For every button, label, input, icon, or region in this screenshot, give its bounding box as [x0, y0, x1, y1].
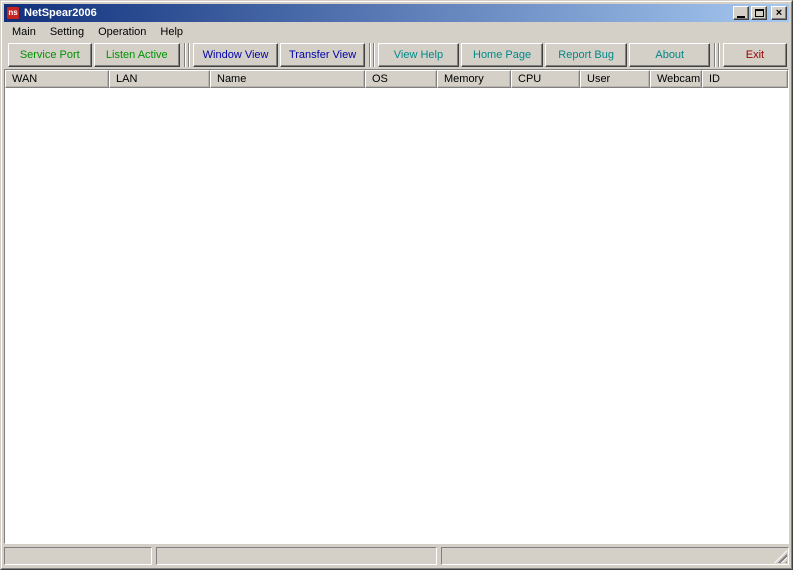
listen-active-button[interactable]: Listen Active	[94, 43, 180, 67]
title-bar[interactable]: ns NetSpear2006 ×	[4, 4, 789, 22]
column-header-wan[interactable]: WAN	[5, 70, 109, 88]
menu-item-main[interactable]: Main	[5, 24, 43, 41]
about-button[interactable]: About	[629, 43, 710, 67]
report-bug-button[interactable]: Report Bug	[545, 43, 628, 67]
resize-grip[interactable]	[774, 550, 787, 563]
window-inner: ns NetSpear2006 × Main Setting Operation…	[1, 1, 792, 569]
toolbar-separator	[184, 43, 190, 67]
column-header-memory[interactable]: Memory	[437, 70, 511, 88]
minimize-button[interactable]	[733, 6, 749, 20]
window-title: NetSpear2006	[24, 7, 731, 19]
maximize-icon	[755, 9, 764, 17]
servers-panel: Servers: 0	[156, 547, 437, 565]
column-header-lan[interactable]: LAN	[109, 70, 210, 88]
app-icon-glyph: ns	[8, 8, 17, 17]
list-body[interactable]	[5, 88, 788, 543]
credits-panel: Designed by Dagger : Dagger2008@163.com …	[441, 547, 789, 565]
toolbar-separator	[369, 43, 375, 67]
toolbar: Service Port Listen Active Window View T…	[4, 41, 789, 68]
list-header: WAN LAN Name OS Memory CPU User Webcam I…	[5, 70, 788, 88]
server-list: WAN LAN Name OS Memory CPU User Webcam I…	[4, 69, 789, 544]
window-controls: ×	[731, 6, 787, 20]
menu-item-setting[interactable]: Setting	[43, 24, 91, 41]
minimize-icon	[737, 16, 745, 18]
menu-item-help[interactable]: Help	[153, 24, 190, 41]
app-window: ns NetSpear2006 × Main Setting Operation…	[0, 0, 793, 570]
exit-button[interactable]: Exit	[723, 43, 787, 67]
view-help-button[interactable]: View Help	[378, 43, 460, 67]
status-bar: Status: Idle Servers: 0 Designed by Dagg…	[4, 546, 789, 566]
column-header-webcam[interactable]: Webcam	[650, 70, 702, 88]
window-view-button[interactable]: Window View	[193, 43, 278, 67]
close-button[interactable]: ×	[771, 6, 787, 20]
column-header-os[interactable]: OS	[365, 70, 437, 88]
column-header-id[interactable]: ID	[702, 70, 788, 88]
maximize-button[interactable]	[751, 6, 767, 20]
service-port-button[interactable]: Service Port	[8, 43, 92, 67]
transfer-view-button[interactable]: Transfer View	[280, 43, 365, 67]
status-panel: Status: Idle	[4, 547, 152, 565]
column-header-name[interactable]: Name	[210, 70, 365, 88]
close-icon: ×	[776, 8, 782, 19]
column-header-user[interactable]: User	[580, 70, 650, 88]
toolbar-separator	[714, 43, 720, 67]
menu-bar: Main Setting Operation Help	[4, 23, 789, 41]
menu-item-operation[interactable]: Operation	[91, 24, 153, 41]
app-icon: ns	[6, 6, 20, 20]
column-header-cpu[interactable]: CPU	[511, 70, 580, 88]
home-page-button[interactable]: Home Page	[461, 43, 543, 67]
